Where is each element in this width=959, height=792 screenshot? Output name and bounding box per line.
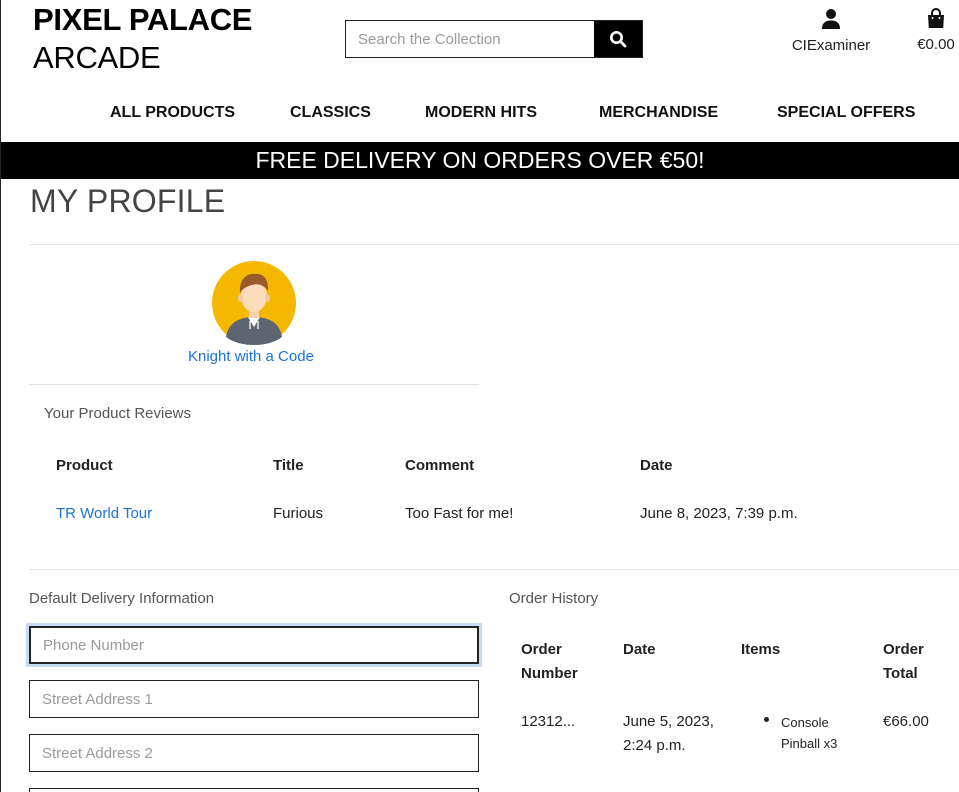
search-icon (610, 31, 627, 48)
main-nav: ALL PRODUCTS CLASSICS MODERN HITS MERCHA… (0, 104, 959, 126)
user-icon (822, 9, 840, 29)
orders-header-items: Items (741, 641, 781, 658)
avatar-name-link[interactable]: Knight with a Code (188, 348, 314, 365)
search-input[interactable] (346, 21, 594, 57)
orders-header-number-line1: Order (521, 641, 562, 658)
logo-line-1[interactable]: PIXEL PALACE (33, 2, 252, 38)
page-title: MY PROFILE (30, 183, 226, 219)
order-date-line2: 2:24 p.m. (623, 737, 686, 754)
orders-header-number-line2: Number (521, 665, 578, 682)
order-date-line1: June 5, 2023, (623, 713, 714, 730)
nav-merchandise[interactable]: MERCHANDISE (599, 104, 718, 122)
review-comment: Too Fast for me! (405, 505, 514, 522)
avatar (212, 261, 296, 345)
review-date: June 8, 2023, 7:39 p.m. (640, 505, 798, 522)
orders-heading: Order History (509, 590, 599, 607)
reviews-header-product: Product (56, 457, 113, 474)
nav-modern-hits[interactable]: MODERN HITS (425, 104, 537, 122)
street-address-2-field[interactable] (29, 734, 479, 772)
divider (29, 244, 959, 245)
orders-header-number: Order Number (521, 638, 578, 686)
order-total: €66.00 (883, 713, 929, 730)
nav-classics[interactable]: CLASSICS (290, 104, 371, 122)
order-item-line2: Pinball x3 (781, 736, 838, 751)
nav-special-offers[interactable]: SPECIAL OFFERS (777, 104, 915, 122)
street-address-1-field[interactable] (29, 680, 479, 718)
orders-header-total: Order Total (883, 638, 924, 686)
review-title: Furious (273, 505, 324, 522)
nav-all-products[interactable]: ALL PRODUCTS (110, 104, 235, 122)
reviews-header-comment: Comment (405, 457, 475, 474)
order-item-line1: Console (781, 715, 829, 730)
search-bar (345, 20, 643, 58)
bag-total: €0.00 (917, 36, 955, 53)
account-label: CIExaminer (791, 37, 871, 54)
divider (29, 384, 479, 385)
list-bullet (764, 717, 769, 722)
logo-line-2[interactable]: ARCADE (33, 40, 161, 76)
reviews-heading: Your Product Reviews (44, 405, 192, 422)
orders-header-date: Date (623, 641, 656, 658)
shopping-bag-icon (928, 8, 944, 28)
reviews-header-title: Title (273, 457, 304, 474)
phone-number-field[interactable] (29, 626, 479, 664)
shopping-bag[interactable]: €0.00 (908, 8, 959, 53)
search-button[interactable] (594, 21, 642, 57)
delivery-heading: Default Delivery Information (29, 590, 215, 607)
orders-header-total-line2: Total (883, 665, 918, 682)
order-number-link[interactable]: 12312... (521, 710, 575, 734)
next-address-field[interactable] (29, 788, 479, 792)
order-date: June 5, 2023, 2:24 p.m. (623, 710, 714, 758)
order-items: Console Pinball x3 (781, 712, 837, 754)
reviews-header-date: Date (640, 457, 673, 474)
review-product-link[interactable]: TR World Tour (56, 505, 152, 522)
delivery-banner: FREE DELIVERY ON ORDERS OVER €50! (1, 142, 959, 179)
orders-header-total-line1: Order (883, 641, 924, 658)
divider (29, 569, 959, 570)
account-menu[interactable]: CIExaminer (786, 8, 876, 54)
